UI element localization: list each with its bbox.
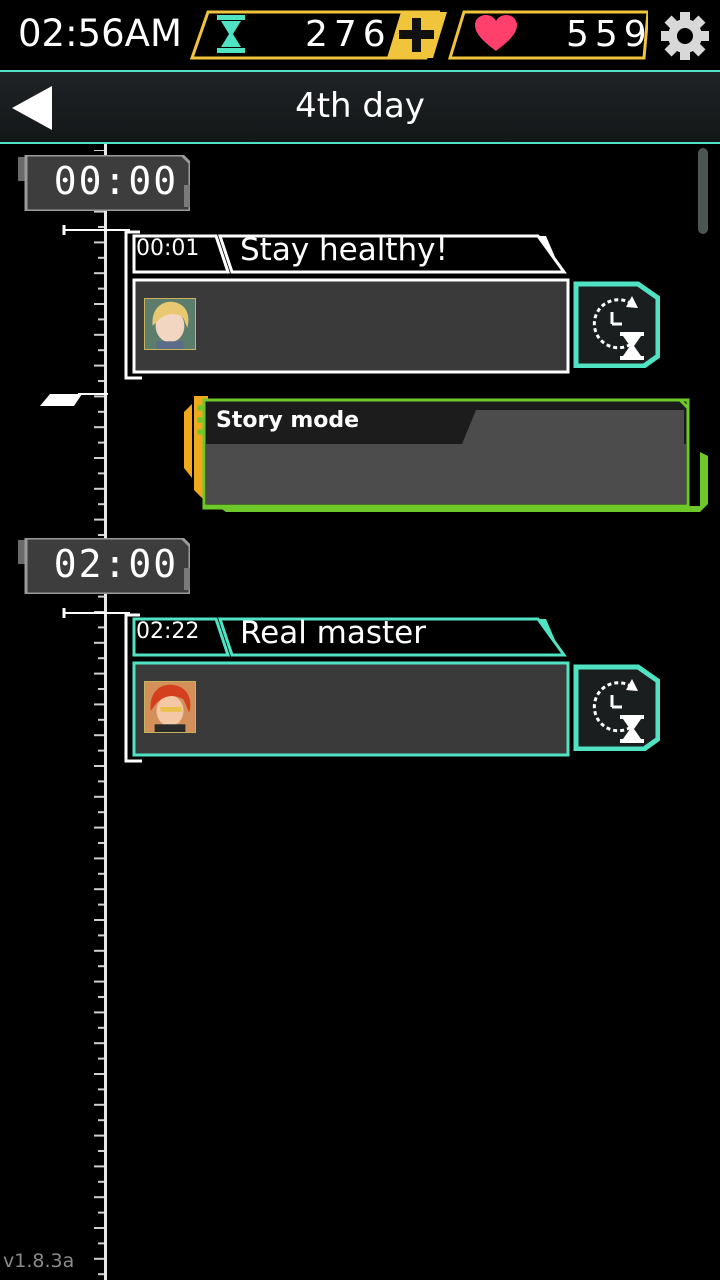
time-slot-chip	[18, 538, 190, 594]
plus-button[interactable]	[385, 10, 447, 60]
blonde-character-avatar	[144, 298, 196, 350]
time-slot-chip	[18, 155, 190, 211]
chat-time: 00:01	[136, 236, 200, 261]
history-hourglass-icon[interactable]	[572, 280, 660, 368]
chat-card[interactable]: 00:01 Stay healthy!	[124, 232, 664, 382]
hearts-count: 559	[566, 14, 653, 55]
clock: 02:56AM	[18, 12, 182, 55]
story-mode-card[interactable]: Story mode	[180, 394, 710, 516]
heart-icon	[475, 15, 517, 51]
story-marker	[40, 393, 108, 406]
chat-title: Real master	[240, 615, 426, 651]
hourglass-count: 276	[305, 14, 392, 55]
status-bar: 02:56AM 276 559	[0, 0, 720, 70]
chat-card[interactable]: 02:22 Real master	[124, 615, 664, 765]
page-title: 4th day	[295, 86, 425, 126]
version-label: v1.8.3a	[3, 1250, 75, 1272]
hourglass-icon	[217, 15, 245, 53]
scrollbar[interactable]	[698, 148, 708, 234]
story-mode-label: Story mode	[216, 408, 360, 433]
red-hair-character-avatar	[144, 681, 196, 733]
chat-time: 02:22	[136, 619, 200, 644]
gear-icon[interactable]	[660, 11, 710, 61]
day-header: 4th day	[0, 70, 720, 144]
chat-title: Stay healthy!	[240, 232, 448, 268]
history-hourglass-icon[interactable]	[572, 663, 660, 751]
